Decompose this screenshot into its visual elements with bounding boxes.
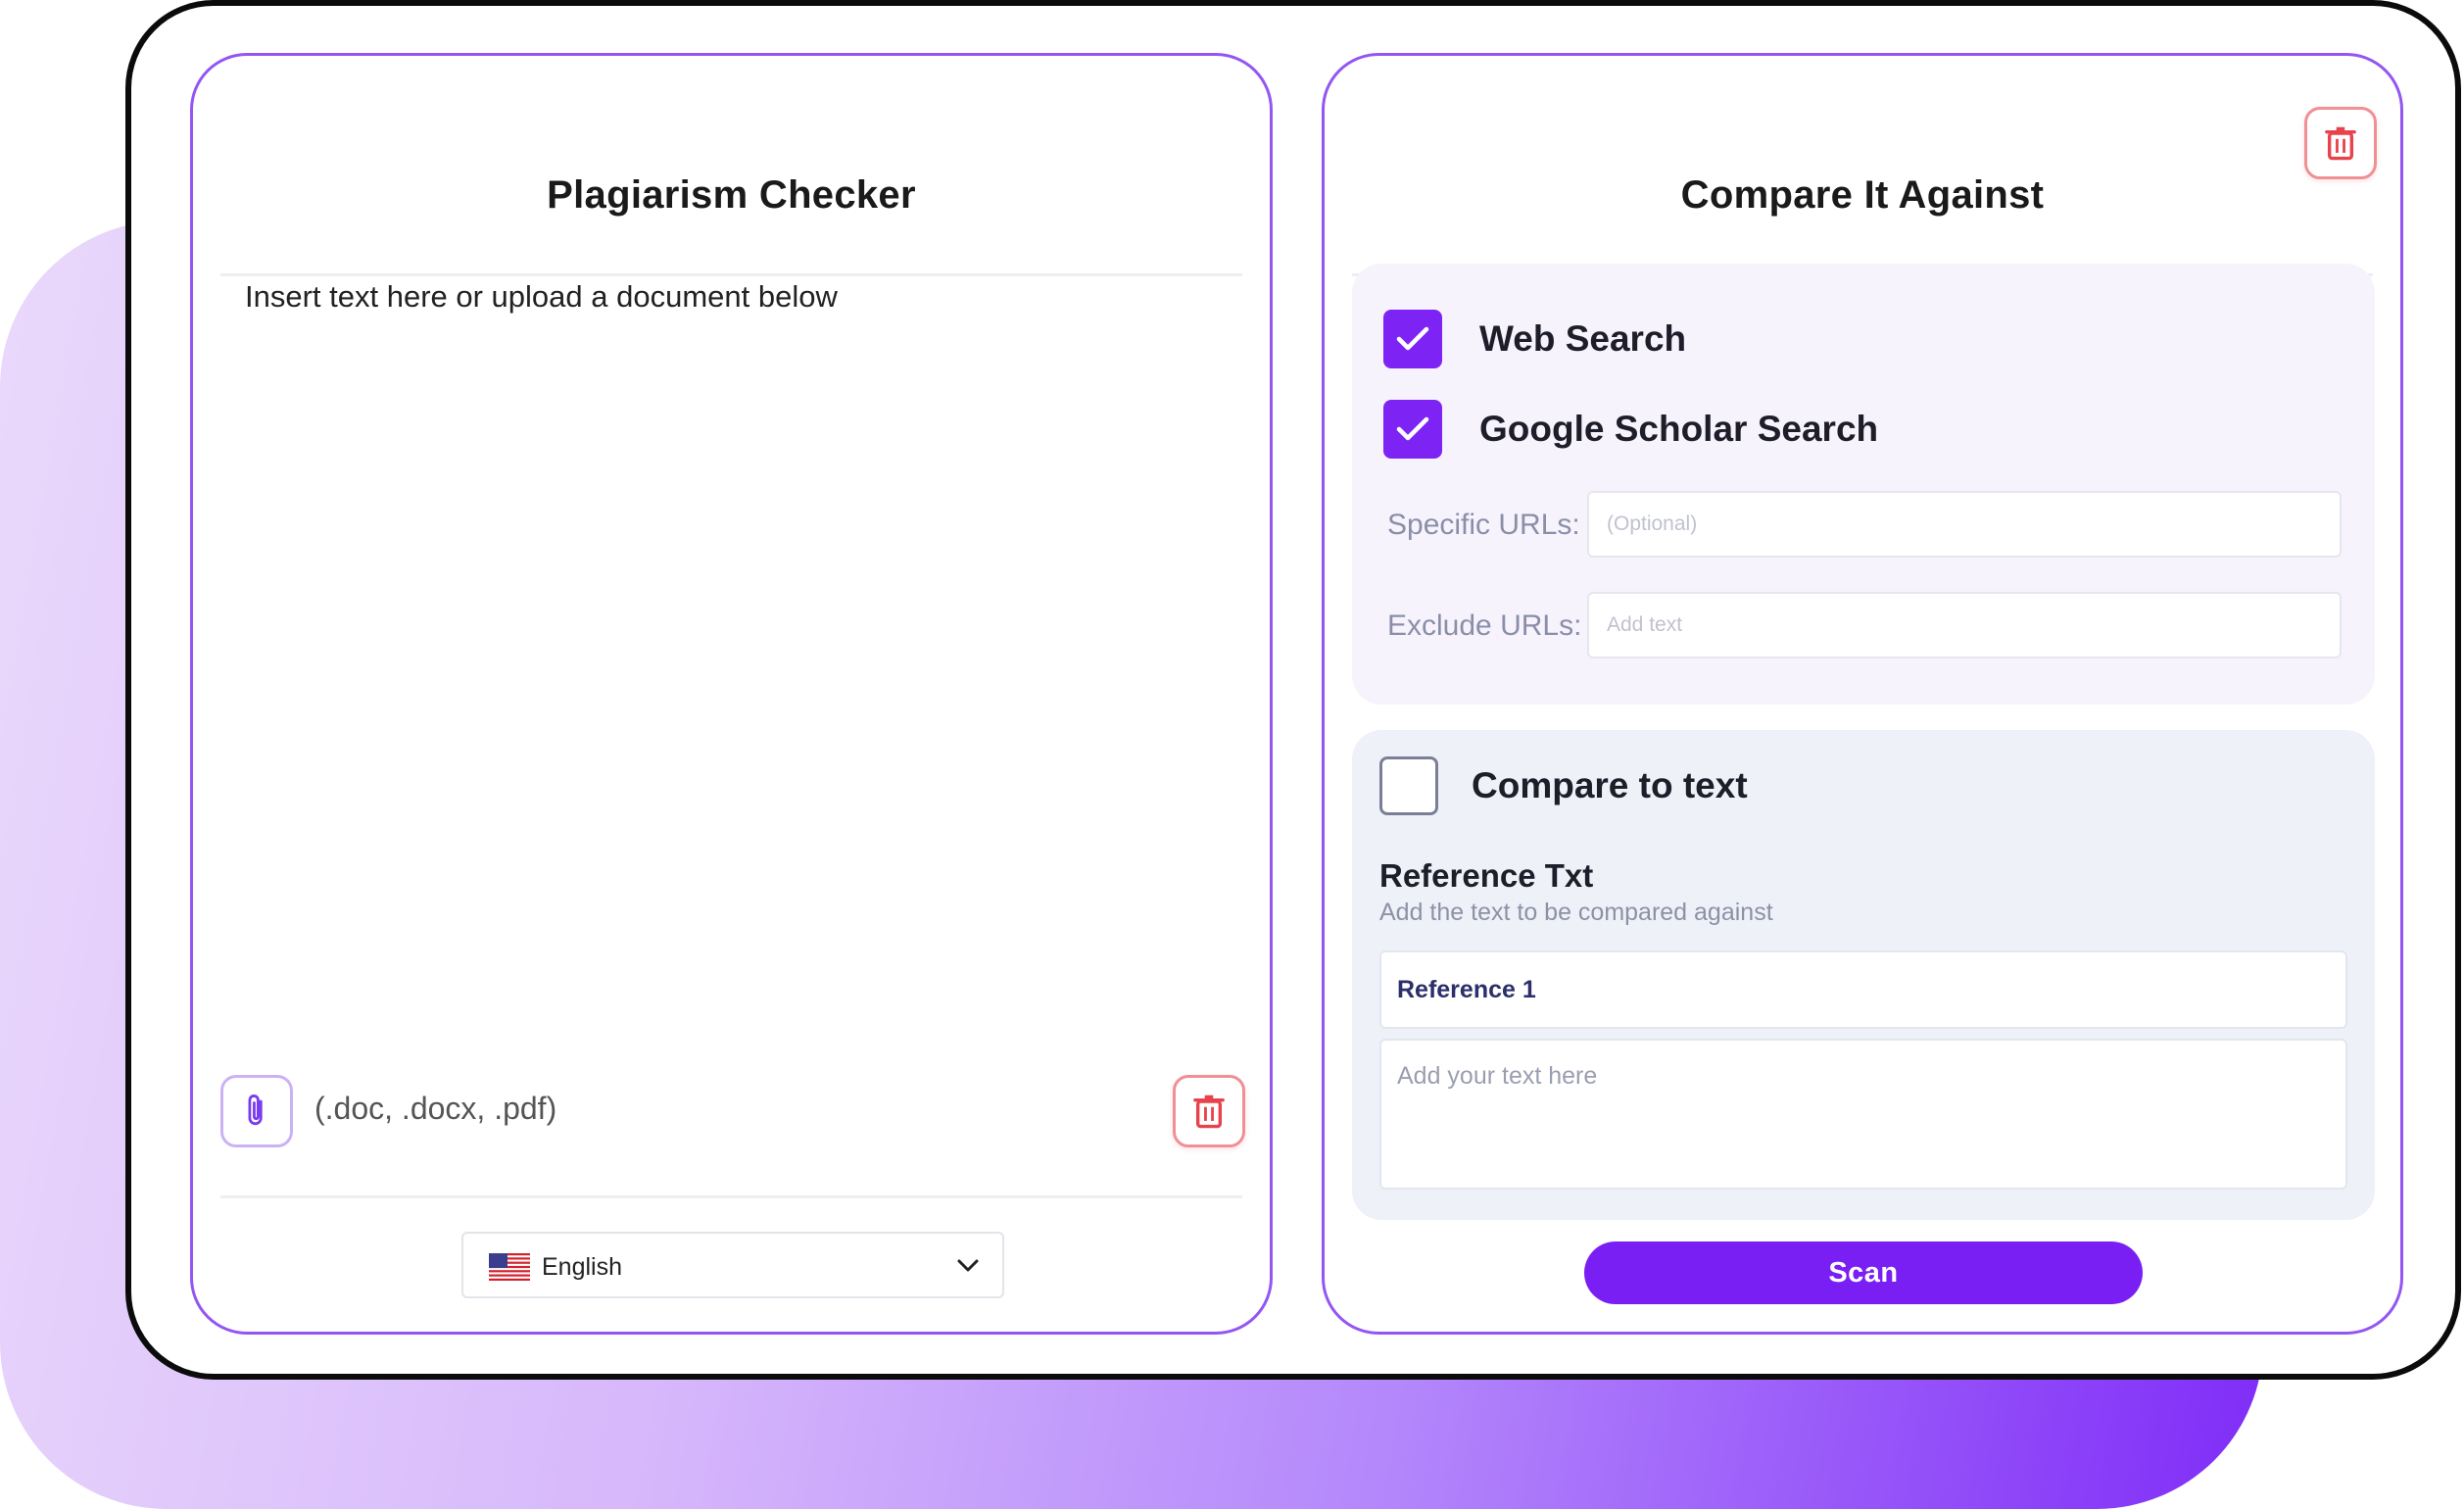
scan-button[interactable]: Scan xyxy=(1584,1241,2143,1304)
reference-tab[interactable]: Reference 1 xyxy=(1379,950,2347,1029)
clear-options-button[interactable] xyxy=(2304,107,2377,179)
compare-against-panel: Compare It Against Web Search Google Sch… xyxy=(1322,53,2403,1335)
compare-text-box: Compare to text Reference Txt Add the te… xyxy=(1352,730,2375,1220)
scholar-search-checkbox[interactable] xyxy=(1383,400,1442,459)
language-select[interactable]: English xyxy=(461,1232,1004,1298)
trash-icon xyxy=(1193,1095,1225,1129)
trash-icon xyxy=(2325,126,2356,161)
divider xyxy=(220,273,1242,276)
text-editor-placeholder[interactable]: Insert text here or upload a document be… xyxy=(245,279,838,315)
panel-title: Plagiarism Checker xyxy=(547,173,916,217)
plagiarism-checker-panel: Plagiarism Checker Insert text here or u… xyxy=(190,53,1273,1335)
upload-document-button[interactable] xyxy=(220,1075,293,1147)
reference-subtitle: Add the text to be compared against xyxy=(1379,899,1773,926)
panel-title: Compare It Against xyxy=(1680,173,2045,217)
checkmark-icon xyxy=(1396,326,1429,351)
us-flag-icon xyxy=(489,1253,530,1281)
compare-text-checkbox[interactable] xyxy=(1379,756,1438,815)
reference-text-input[interactable] xyxy=(1379,1039,2347,1190)
reference-title: Reference Txt xyxy=(1379,857,1594,894)
language-label: English xyxy=(542,1253,622,1281)
specific-urls-input[interactable] xyxy=(1587,491,2342,558)
checkmark-icon xyxy=(1396,416,1429,441)
exclude-urls-input[interactable] xyxy=(1587,592,2342,658)
divider xyxy=(220,1195,1242,1198)
chevron-down-icon xyxy=(957,1259,979,1272)
upload-formats-label: (.doc, .docx, .pdf) xyxy=(314,1091,557,1126)
clear-text-button[interactable] xyxy=(1173,1075,1245,1147)
compare-text-label: Compare to text xyxy=(1472,765,1748,805)
web-search-checkbox[interactable] xyxy=(1383,310,1442,368)
paperclip-icon xyxy=(248,1095,263,1126)
exclude-urls-label: Exclude URLs: xyxy=(1387,609,1582,642)
web-search-label: Web Search xyxy=(1479,318,1687,359)
scholar-search-label: Google Scholar Search xyxy=(1479,409,1879,449)
specific-urls-label: Specific URLs: xyxy=(1387,509,1580,541)
search-options-box: Web Search Google Scholar Search Specifi… xyxy=(1352,264,2375,705)
